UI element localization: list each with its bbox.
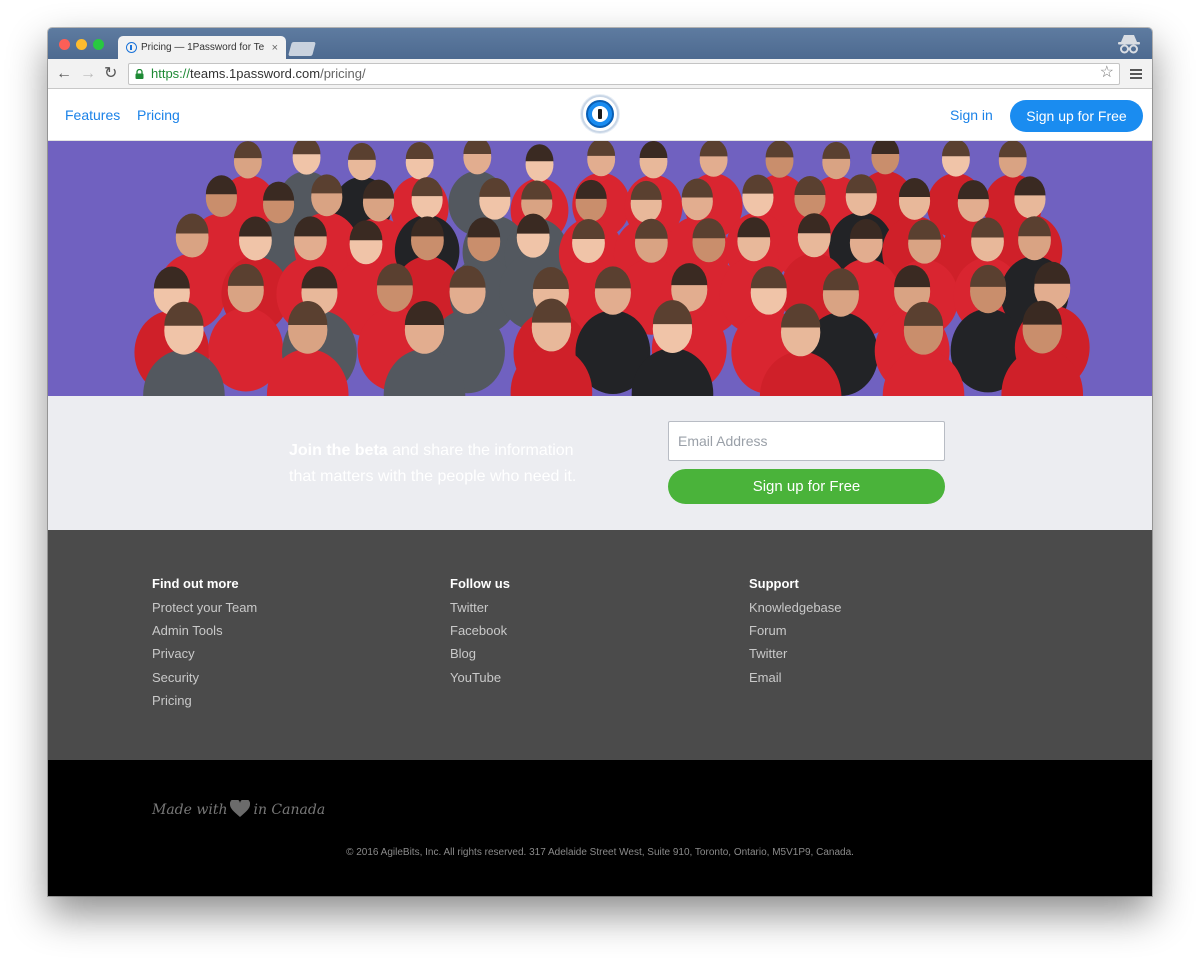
footer-link-protect-your-team[interactable]: Protect your Team [152,600,257,623]
back-arrow-icon[interactable]: ← [56,65,72,83]
footer-heading: Follow us [450,576,510,591]
beta-pitch-strong: Join the beta [289,442,388,459]
made-with-love-tagline: Made with in Canada [152,800,325,818]
forward-arrow-icon[interactable]: → [80,65,96,83]
footer-heading: Support [749,576,799,591]
address-bar[interactable]: https://teams.1password.com/pricing/ ☆ [128,63,1120,85]
close-window-button[interactable] [59,39,70,50]
team-photo-hero [48,141,1152,396]
url-scheme: https:// [151,66,191,81]
tab-title: Pricing — 1Password for Te [141,42,265,53]
footer-column-find-out-more: Find out more Protect your Team Admin To… [152,576,257,716]
nav-pricing-link[interactable]: Pricing [137,107,180,123]
nav-features-link[interactable]: Features [65,107,120,123]
sign-in-link[interactable]: Sign in [950,107,993,123]
beta-pitch-text: Join the beta and share the information … [289,438,599,490]
made-with-text: Made with [152,802,228,818]
footer-link-blog[interactable]: Blog [450,646,510,669]
in-canada-text: in Canada [253,802,326,818]
star-icon[interactable]: ☆ [1100,63,1114,83]
1password-logo-icon[interactable] [581,95,619,133]
team-photo [134,141,1090,396]
footer-link-facebook[interactable]: Facebook [450,623,510,646]
header-signup-button[interactable]: Sign up for Free [1010,100,1143,132]
browser-window: Pricing — 1Password for Te × ← → ↻ https… [48,28,1152,896]
maximize-window-button[interactable] [93,39,104,50]
footer-link-email[interactable]: Email [749,670,842,693]
beta-signup-section: Join the beta and share the information … [48,396,1152,530]
url-host: teams.1password.com [190,66,321,81]
footer-link-youtube[interactable]: YouTube [450,670,510,693]
footer-link-knowledgebase[interactable]: Knowledgebase [749,600,842,623]
menu-icon[interactable] [1130,69,1142,81]
incognito-icon [1118,35,1140,54]
browser-tab[interactable]: Pricing — 1Password for Te × [118,36,286,59]
url-path: /pricing/ [320,66,366,81]
new-tab-button[interactable] [288,42,316,56]
footer-column-follow-us: Follow us Twitter Facebook Blog YouTube [450,576,510,693]
footer-column-support: Support Knowledgebase Forum Twitter Emai… [749,576,842,693]
copyright-text: © 2016 AgileBits, Inc. All rights reserv… [346,847,854,858]
bottom-bar: Made with in Canada © 2016 AgileBits, Inc… [48,760,1152,896]
tab-bar: Pricing — 1Password for Te × [48,28,1152,59]
tab-close-icon[interactable]: × [272,42,278,54]
footer-link-support-twitter[interactable]: Twitter [749,646,842,669]
heart-icon [230,800,251,817]
footer-link-twitter[interactable]: Twitter [450,600,510,623]
footer-link-privacy[interactable]: Privacy [152,646,257,669]
footer-heading: Find out more [152,576,239,591]
footer-link-pricing[interactable]: Pricing [152,693,257,716]
site-header: Features Pricing Sign in Sign up for Fre… [48,90,1152,141]
footer-link-security[interactable]: Security [152,670,257,693]
lock-icon [135,69,144,79]
footer-links: Find out more Protect your Team Admin To… [48,530,1152,760]
browser-toolbar: ← → ↻ https://teams.1password.com/pricin… [48,59,1152,89]
footer-link-admin-tools[interactable]: Admin Tools [152,623,257,646]
minimize-window-button[interactable] [76,39,87,50]
reload-icon[interactable]: ↻ [104,65,117,83]
email-field[interactable] [668,421,945,461]
beta-signup-button[interactable]: Sign up for Free [668,469,945,504]
1password-favicon-icon [126,42,137,53]
footer-link-forum[interactable]: Forum [749,623,842,646]
